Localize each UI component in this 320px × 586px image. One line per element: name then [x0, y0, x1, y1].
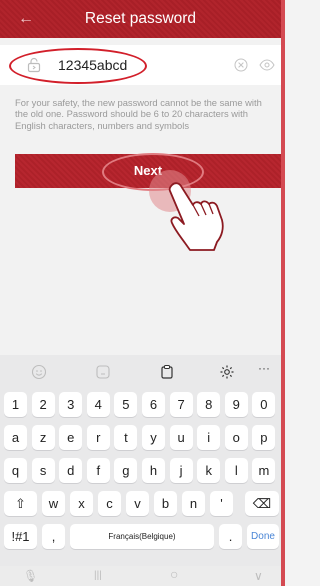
key-9[interactable]: 9 — [224, 392, 248, 417]
key-a[interactable]: a — [4, 425, 27, 450]
key-f[interactable]: f — [86, 458, 110, 483]
key-y[interactable]: y — [142, 425, 165, 450]
clipboard-icon[interactable] — [159, 364, 175, 380]
key-8[interactable]: 8 — [197, 392, 221, 417]
space-key[interactable]: Français(Belgique) — [70, 524, 214, 549]
key-d[interactable]: d — [59, 458, 83, 483]
symbols-key[interactable]: !#1 — [4, 524, 37, 549]
key-l[interactable]: l — [224, 458, 248, 483]
key-x[interactable]: x — [70, 491, 93, 516]
key-5[interactable]: 5 — [114, 392, 138, 417]
key-v[interactable]: v — [126, 491, 149, 516]
key-o[interactable]: o — [224, 425, 248, 450]
key-q[interactable]: q — [4, 458, 27, 483]
password-hint: For your safety, the new password cannot… — [15, 97, 262, 131]
app-header: ← Reset password — [0, 0, 281, 38]
key-z[interactable]: z — [31, 425, 55, 450]
comma-key[interactable]: , — [42, 524, 65, 549]
app-screen: ← Reset password For your safety, the ne… — [0, 0, 285, 586]
done-key[interactable]: Done — [247, 524, 279, 549]
key-'[interactable]: ' — [210, 491, 233, 516]
key-m[interactable]: m — [252, 458, 276, 483]
key-g[interactable]: g — [114, 458, 138, 483]
next-button[interactable]: Next — [15, 154, 281, 188]
key-6[interactable]: 6 — [142, 392, 165, 417]
key-w[interactable]: w — [42, 491, 65, 516]
key-k[interactable]: k — [197, 458, 221, 483]
eye-icon[interactable] — [259, 59, 275, 71]
key-u[interactable]: u — [169, 425, 193, 450]
back-nav-icon[interactable]: ∨ — [254, 569, 263, 583]
key-b[interactable]: b — [154, 491, 177, 516]
recents-icon[interactable]: ||| — [94, 569, 102, 583]
key-n[interactable]: n — [182, 491, 205, 516]
home-icon[interactable]: ○ — [170, 567, 178, 581]
period-key[interactable]: . — [219, 524, 242, 549]
page-title: Reset password — [84, 10, 197, 27]
key-t[interactable]: t — [114, 425, 138, 450]
backspace-key[interactable]: ⌫ — [245, 491, 279, 516]
key-2[interactable]: 2 — [31, 392, 55, 417]
pointing-hand-icon — [168, 182, 224, 251]
key-7[interactable]: 7 — [169, 392, 193, 417]
soft-keyboard: ··· 1 2 3 4 5 6 7 8 9 0 a z e r t y u i o p q s d f g h j k l m ⇧ w x c v b… — [0, 355, 281, 586]
key-3[interactable]: 3 — [59, 392, 83, 417]
key-c[interactable]: c — [98, 491, 121, 516]
password-row — [0, 45, 281, 85]
key-j[interactable]: j — [169, 458, 193, 483]
key-r[interactable]: r — [86, 425, 110, 450]
key-h[interactable]: h — [142, 458, 165, 483]
key-p[interactable]: p — [252, 425, 276, 450]
key-s[interactable]: s — [31, 458, 55, 483]
clear-input-icon[interactable] — [234, 58, 248, 72]
settings-icon[interactable] — [219, 364, 235, 380]
more-icon[interactable]: ··· — [258, 361, 274, 377]
key-i[interactable]: i — [197, 425, 221, 450]
shift-key[interactable]: ⇧ — [4, 491, 37, 516]
microphone-icon[interactable]: 🎙 — [23, 569, 38, 583]
lock-icon — [27, 57, 41, 73]
key-0[interactable]: 0 — [252, 392, 276, 417]
smiley-icon[interactable] — [31, 364, 47, 380]
key-4[interactable]: 4 — [86, 392, 110, 417]
key-e[interactable]: e — [59, 425, 83, 450]
system-navigation-bar: 🎙 ||| ○ ∨ — [0, 566, 281, 586]
new-password-input[interactable] — [58, 56, 198, 74]
key-1[interactable]: 1 — [4, 392, 27, 417]
sticker-icon[interactable] — [95, 364, 111, 380]
